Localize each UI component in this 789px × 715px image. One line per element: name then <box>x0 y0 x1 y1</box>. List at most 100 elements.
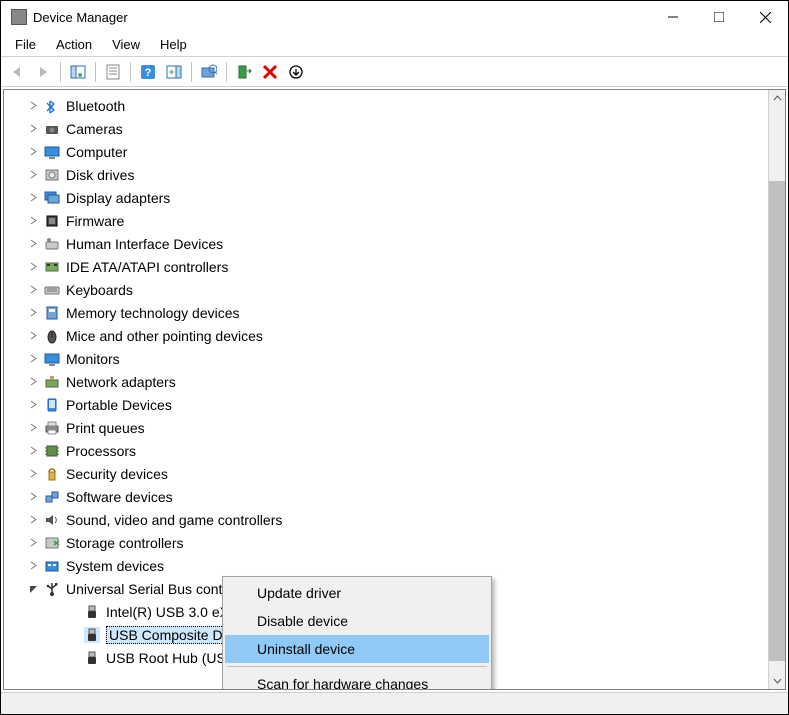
tree-node-printer[interactable]: Print queues <box>4 416 768 439</box>
help-button[interactable]: ? <box>136 60 160 84</box>
forward-button[interactable] <box>31 60 55 84</box>
network-icon <box>44 374 60 390</box>
tree-node-hid[interactable]: Human Interface Devices <box>4 232 768 255</box>
scroll-up-button[interactable] <box>769 90 785 107</box>
tree-node-storage[interactable]: Storage controllers <box>4 531 768 554</box>
chevron-right-icon[interactable] <box>26 260 40 274</box>
tree-node-label: Mice and other pointing devices <box>66 328 263 344</box>
chevron-right-icon[interactable] <box>26 191 40 205</box>
tree-node-label: Keyboards <box>66 282 133 298</box>
tree-node-display[interactable]: Display adapters <box>4 186 768 209</box>
context-menu: Update driver Disable device Uninstall d… <box>222 576 492 690</box>
properties-button[interactable] <box>101 60 125 84</box>
tree-node-keyboard[interactable]: Keyboards <box>4 278 768 301</box>
menu-help[interactable]: Help <box>150 35 197 54</box>
tree-node-label: Firmware <box>66 213 124 229</box>
security-icon <box>44 466 60 482</box>
tree-node-memory[interactable]: Memory technology devices <box>4 301 768 324</box>
chevron-down-icon[interactable] <box>26 582 40 596</box>
minimize-button[interactable] <box>650 1 696 33</box>
ctx-update-driver[interactable]: Update driver <box>225 579 489 607</box>
tree-node-label: Sound, video and game controllers <box>66 512 282 528</box>
chevron-none <box>66 628 80 642</box>
scroll-track[interactable] <box>769 107 785 672</box>
tree-node-network[interactable]: Network adapters <box>4 370 768 393</box>
tree-node-system[interactable]: System devices <box>4 554 768 577</box>
tree-node-sound[interactable]: Sound, video and game controllers <box>4 508 768 531</box>
ctx-disable-device[interactable]: Disable device <box>225 607 489 635</box>
toolbar-separator <box>226 62 227 82</box>
disable-button[interactable] <box>284 60 308 84</box>
ide-icon <box>44 259 60 275</box>
tree-node-disk[interactable]: Disk drives <box>4 163 768 186</box>
chevron-right-icon[interactable] <box>26 99 40 113</box>
vertical-scrollbar[interactable] <box>768 90 785 689</box>
toolbar-separator <box>60 62 61 82</box>
tree-node-security[interactable]: Security devices <box>4 462 768 485</box>
chevron-right-icon[interactable] <box>26 306 40 320</box>
tree-node-ide[interactable]: IDE ATA/ATAPI controllers <box>4 255 768 278</box>
chevron-right-icon[interactable] <box>26 490 40 504</box>
update-driver-button[interactable] <box>232 60 256 84</box>
chevron-right-icon[interactable] <box>26 122 40 136</box>
tree-node-portable[interactable]: Portable Devices <box>4 393 768 416</box>
menu-file[interactable]: File <box>5 35 46 54</box>
forward-arrow-icon <box>35 64 51 80</box>
chevron-right-icon[interactable] <box>26 214 40 228</box>
tree-node-camera[interactable]: Cameras <box>4 117 768 140</box>
chevron-right-icon[interactable] <box>26 536 40 550</box>
back-button[interactable] <box>5 60 29 84</box>
action-panel-icon <box>166 64 182 80</box>
chevron-right-icon[interactable] <box>26 283 40 297</box>
tree-node-label: Portable Devices <box>66 397 172 413</box>
scroll-down-button[interactable] <box>769 672 785 689</box>
minimize-icon <box>668 12 678 22</box>
statusbar <box>1 692 788 714</box>
cpu-icon <box>44 443 60 459</box>
action-panel-button[interactable] <box>162 60 186 84</box>
chevron-right-icon[interactable] <box>26 398 40 412</box>
tree-node-monitor[interactable]: Computer <box>4 140 768 163</box>
chevron-right-icon[interactable] <box>26 375 40 389</box>
show-hide-tree-button[interactable] <box>66 60 90 84</box>
window-title: Device Manager <box>33 10 650 25</box>
maximize-icon <box>714 12 724 22</box>
tree-node-bluetooth[interactable]: Bluetooth <box>4 94 768 117</box>
tree-node-mouse[interactable]: Mice and other pointing devices <box>4 324 768 347</box>
update-driver-icon <box>236 64 252 80</box>
scan-button[interactable] <box>197 60 221 84</box>
scroll-thumb[interactable] <box>769 181 785 661</box>
chevron-right-icon[interactable] <box>26 168 40 182</box>
tree-node-monitor[interactable]: Monitors <box>4 347 768 370</box>
content-area: BluetoothCamerasComputerDisk drivesDispl… <box>3 89 786 690</box>
chevron-right-icon[interactable] <box>26 237 40 251</box>
chevron-right-icon[interactable] <box>26 329 40 343</box>
tree-node-cpu[interactable]: Processors <box>4 439 768 462</box>
tree-node-label: System devices <box>66 558 164 574</box>
chevron-right-icon[interactable] <box>26 421 40 435</box>
chevron-right-icon[interactable] <box>26 444 40 458</box>
close-button[interactable] <box>742 1 788 33</box>
chevron-right-icon[interactable] <box>26 467 40 481</box>
maximize-button[interactable] <box>696 1 742 33</box>
sound-icon <box>44 512 60 528</box>
chevron-right-icon[interactable] <box>26 513 40 527</box>
chip-icon <box>44 213 60 229</box>
chevron-right-icon[interactable] <box>26 559 40 573</box>
properties-sheet-icon <box>105 64 121 80</box>
menu-view[interactable]: View <box>102 35 150 54</box>
ctx-uninstall-device[interactable]: Uninstall device <box>225 635 489 663</box>
bluetooth-icon <box>44 98 60 114</box>
tree-node-chip[interactable]: Firmware <box>4 209 768 232</box>
tree-node-software[interactable]: Software devices <box>4 485 768 508</box>
chevron-right-icon[interactable] <box>26 352 40 366</box>
keyboard-icon <box>44 282 60 298</box>
software-icon <box>44 489 60 505</box>
ctx-scan-hardware[interactable]: Scan for hardware changes <box>225 670 489 690</box>
ctx-separator <box>227 666 487 667</box>
tree-node-label: Processors <box>66 443 136 459</box>
uninstall-button[interactable] <box>258 60 282 84</box>
chevron-right-icon[interactable] <box>26 145 40 159</box>
app-icon <box>11 9 27 25</box>
menu-action[interactable]: Action <box>46 35 102 54</box>
